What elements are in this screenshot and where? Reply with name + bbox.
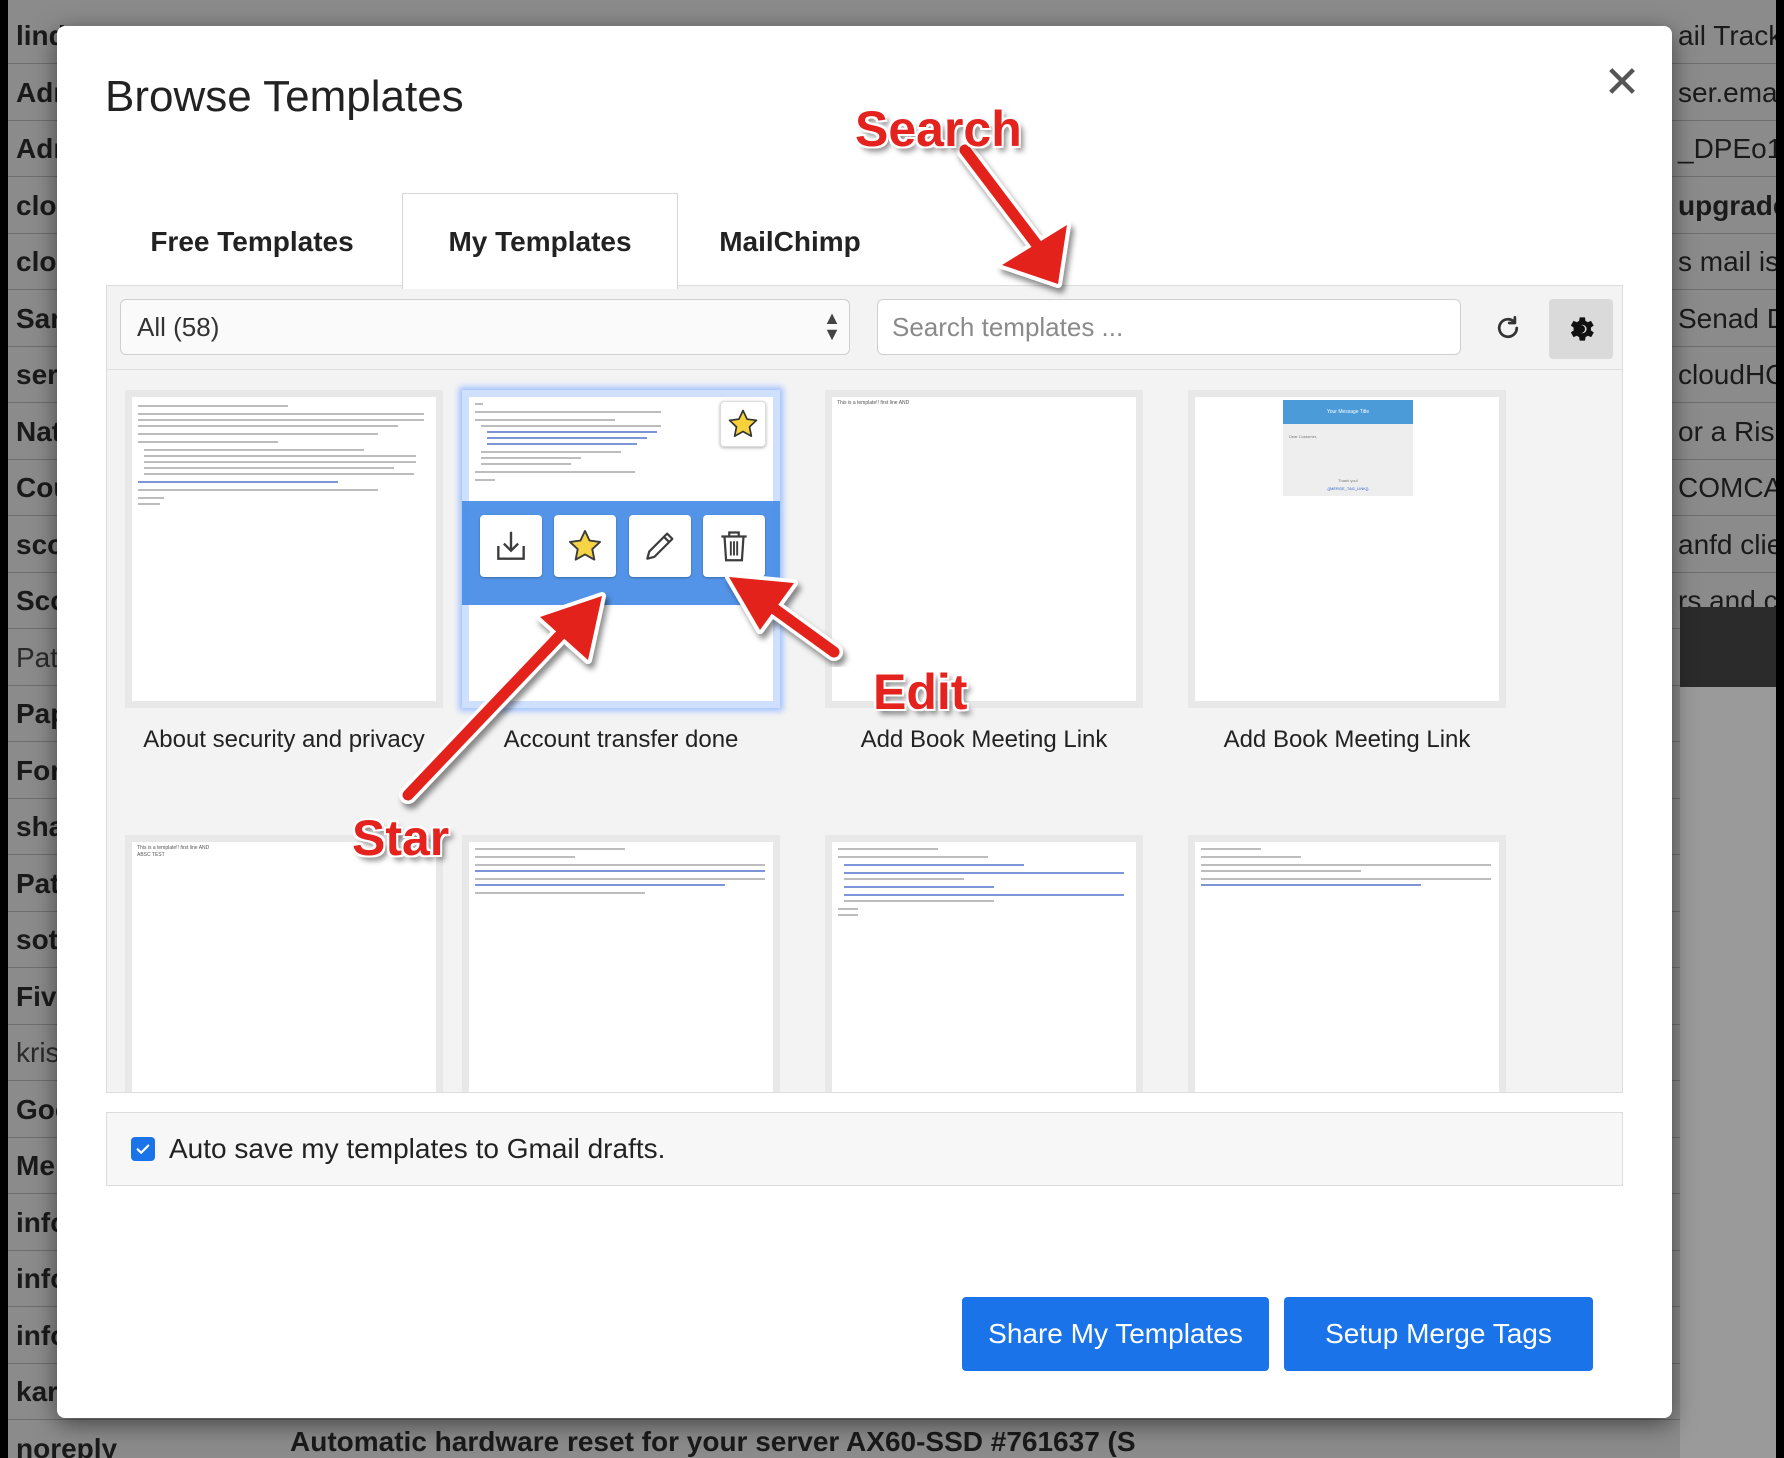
thumbnail-text: This is a template!! first line AND <box>137 845 210 851</box>
star-icon[interactable] <box>554 515 616 577</box>
dialog-title: Browse Templates <box>105 72 464 121</box>
annotation-search: Search <box>855 101 1022 157</box>
thumbnail-page <box>132 397 436 701</box>
background-sender: ser <box>16 359 59 390</box>
thumbnail-header: Your Message Title <box>1283 400 1413 424</box>
category-select[interactable]: All (58) ▲ ▼ <box>120 299 850 355</box>
favorite-star-icon[interactable] <box>720 401 766 447</box>
gear-icon[interactable] <box>1549 299 1613 359</box>
trash-icon[interactable] <box>703 515 765 577</box>
tab-mailchimp[interactable]: MailChimp <box>690 196 890 288</box>
template-thumbnail <box>125 390 443 708</box>
thumbnail-page: Your Message Title Dear Customer, Thank … <box>1195 397 1499 701</box>
background-snippet: upgrade <box>1678 189 1776 221</box>
background-sender: Nat <box>16 415 62 447</box>
background-snippet: ail Track <box>1678 20 1776 51</box>
thumbnail-text: ABSC TEST <box>137 852 165 858</box>
thumbnail-page: This is a template!! first line AND <box>832 397 1136 701</box>
background-sender: Me <box>16 1150 55 1181</box>
template-thumbnail: Your Message Title Dear Customer, Thank … <box>1188 390 1506 708</box>
annotation-edit: Edit <box>873 664 968 720</box>
thumbnail-page <box>832 842 1136 1092</box>
thumbnail-page: This is a template!! first line AND ABSC… <box>132 842 436 1092</box>
template-thumbnail: This is a template!! first line AND ABSC… <box>125 835 443 1092</box>
template-thumbnail: This is a template!! first line AND <box>825 390 1143 708</box>
templates-toolbar: All (58) ▲ ▼ <box>107 286 1622 370</box>
background-sender: Pat <box>16 867 60 899</box>
background-snippet: cloudHC <box>1678 359 1776 390</box>
background-snippet: anfd clie <box>1678 528 1776 560</box>
browse-templates-dialog: Browse Templates ✕ Free Templates My Tem… <box>57 26 1672 1418</box>
background-snippet: or a Risk <box>1678 415 1776 447</box>
background-sender: Sar <box>16 302 62 334</box>
thumbnail-text: Thank you! <box>1338 478 1358 483</box>
category-select-value: All (58) <box>137 311 220 342</box>
background-sender: kar <box>16 1376 59 1407</box>
template-actions-bar <box>462 501 780 605</box>
background-sender: Pat <box>16 641 59 673</box>
annotation-star: Star <box>352 810 450 866</box>
autosave-checkbox[interactable] <box>131 1137 155 1161</box>
background-footer-subject: Automatic hardware reset for your server… <box>290 1426 1136 1457</box>
thumbnail-link: {{MERGE_TAG_LINK}} <box>1327 486 1369 491</box>
thumbnail-page <box>1195 842 1499 1092</box>
share-my-templates-button[interactable]: Share My Templates <box>962 1297 1269 1371</box>
thumbnail-page <box>469 842 773 1092</box>
download-icon[interactable] <box>480 515 542 577</box>
autosave-row: Auto save my templates to Gmail drafts. <box>106 1112 1623 1186</box>
template-thumbnail <box>462 390 780 708</box>
background-sender: For <box>16 754 62 786</box>
background-snippet: COMCAS <box>1678 472 1776 503</box>
autosave-label: Auto save my templates to Gmail drafts. <box>169 1133 666 1164</box>
refresh-icon[interactable] <box>1479 299 1537 357</box>
template-name: Add Book Meeting Link <box>1223 726 1471 753</box>
thumbnail-text: This is a template!! first line AND <box>837 400 910 406</box>
background-sender: noreply <box>16 1432 118 1458</box>
thumbnail-text: Dear Customer, <box>1289 434 1318 439</box>
setup-merge-tags-button[interactable]: Setup Merge Tags <box>1284 1297 1593 1371</box>
templates-panel: All (58) ▲ ▼ Search templates ... About … <box>106 285 1623 1093</box>
background-snippet: s mail is <box>1678 246 1776 277</box>
template-thumbnail <box>462 835 780 1092</box>
search-input[interactable] <box>877 299 1461 355</box>
template-thumbnail <box>1188 835 1506 1092</box>
tab-free-templates[interactable]: Free Templates <box>117 196 387 288</box>
pencil-icon[interactable] <box>629 515 691 577</box>
background-sender: kris <box>16 1037 60 1068</box>
close-icon[interactable]: ✕ <box>1595 56 1649 110</box>
template-name: About security and privacy <box>143 726 425 753</box>
background-dark-block <box>1680 607 1776 687</box>
tab-my-templates[interactable]: My Templates <box>402 193 678 289</box>
template-name: Account transfer done <box>503 726 739 753</box>
template-name: Add Book Meeting Link <box>860 726 1108 753</box>
background-side-panel <box>1680 687 1776 1458</box>
background-snippet: ser.email <box>1678 76 1776 108</box>
background-sender: sot <box>16 924 58 955</box>
templates-grid: About security and privacy Account trans… <box>107 370 1622 1092</box>
background-snippet: _DPEo1X <box>1678 133 1776 164</box>
template-thumbnail <box>825 835 1143 1092</box>
select-caret-icon: ▲ ▼ <box>823 308 841 344</box>
background-snippet: Senad D <box>1678 302 1776 334</box>
